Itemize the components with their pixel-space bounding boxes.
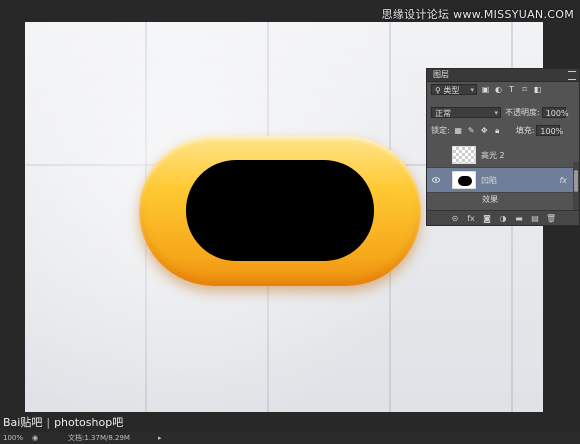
filter-row: ⚲ 类型 ▾ ▣ ◐ T ⌑ ◧	[431, 84, 579, 95]
layer-name[interactable]: 高光 2	[481, 150, 505, 161]
fx-menu-icon[interactable]: fx	[466, 214, 476, 223]
filter-kind-label: 类型	[443, 86, 460, 95]
lock-label: 锁定:	[431, 126, 450, 135]
doc-size: 文档:1.37M/8.29M	[68, 434, 130, 442]
layer-name[interactable]: 凹陷	[481, 175, 497, 186]
status-icon: ◉	[32, 434, 39, 442]
fill-label: 填充:	[515, 126, 535, 135]
lock-all-icon[interactable]: 🔒︎	[493, 126, 502, 135]
link-icon[interactable]: ⊝	[450, 214, 460, 223]
layers-bottom-toolbar: ⊝ fx ◙ ◑ ▬ ▤ 🗑︎	[427, 210, 579, 225]
blend-row: 正常 ▾ 不透明度: 100%	[431, 107, 579, 118]
new-layer-icon[interactable]: ▤	[530, 214, 540, 223]
lock-position-icon[interactable]: ✥	[480, 126, 489, 135]
layer-row-selected[interactable]: 凹陷 fx	[427, 168, 573, 193]
baidu-tieba-logo: Bai贴吧 | photoshop吧	[3, 416, 124, 429]
opacity-label: 不透明度:	[505, 108, 540, 117]
trash-icon[interactable]: 🗑︎	[546, 214, 556, 223]
search-icon: ⚲	[435, 86, 441, 95]
panel-menu-icon[interactable]	[568, 71, 576, 80]
layers-panel: 图层 ⚲ 类型 ▾ ▣ ◐ T ⌑ ◧ 正常 ▾ 不透明度: 100% 锁定: …	[426, 68, 580, 226]
brand-logo: Bai贴吧	[3, 416, 43, 429]
blend-mode-dropdown[interactable]: 正常 ▾	[431, 107, 501, 118]
effects-label[interactable]: 效果	[482, 194, 498, 205]
layer-row[interactable]: 高光 2	[427, 143, 573, 168]
eye-icon[interactable]	[432, 176, 440, 184]
smartobject-filter-icon[interactable]: ◧	[533, 85, 542, 94]
shape-filter-icon[interactable]: ⌑	[520, 85, 529, 94]
watermark: 思缘设计论坛 www.MISSYUAN.COM	[381, 8, 574, 21]
chevron-down-icon: ▾	[494, 109, 498, 117]
fx-icon[interactable]: fx	[559, 176, 567, 185]
scrollbar-thumb[interactable]	[574, 170, 578, 192]
layers-panel-tabbar: 图层	[427, 69, 579, 82]
filter-kind-dropdown[interactable]: ⚲ 类型 ▾	[431, 84, 477, 95]
blend-mode-label: 正常	[435, 109, 451, 118]
black-inset-shape	[186, 160, 374, 261]
layer-thumbnail	[452, 146, 476, 164]
visibility-toggle-hidden[interactable]	[432, 151, 440, 159]
add-mask-icon[interactable]: ◙	[482, 214, 492, 223]
layers-scrollbar[interactable]	[573, 162, 579, 210]
forum-name: photoshop吧	[54, 416, 124, 429]
shape-preview	[458, 176, 472, 186]
image-filter-icon[interactable]: ▣	[481, 85, 490, 94]
fill-field[interactable]: 100%	[536, 125, 563, 136]
lock-pixels-icon[interactable]: ▦	[454, 126, 463, 135]
status-menu-arrow-icon[interactable]: ▸	[158, 432, 162, 444]
opacity-field[interactable]: 100%	[541, 107, 569, 118]
type-filter-icon[interactable]: T	[507, 85, 516, 94]
tab-layers[interactable]: 图层	[429, 69, 453, 81]
adjustment-filter-icon[interactable]: ◐	[494, 85, 503, 94]
lock-paint-icon[interactable]: ✎	[467, 126, 476, 135]
new-group-icon[interactable]: ▬	[514, 214, 524, 223]
layer-thumbnail	[452, 171, 476, 189]
zoom-level[interactable]: 100%	[3, 432, 23, 444]
adjustment-layer-icon[interactable]: ◑	[498, 214, 508, 223]
status-bar: 100% ◉ 文档:1.37M/8.29M ▸	[0, 432, 580, 444]
lock-row: 锁定: ▦ ✎ ✥ 🔒︎ 填充: 100%	[431, 125, 579, 136]
chevron-down-icon: ▾	[470, 86, 474, 94]
